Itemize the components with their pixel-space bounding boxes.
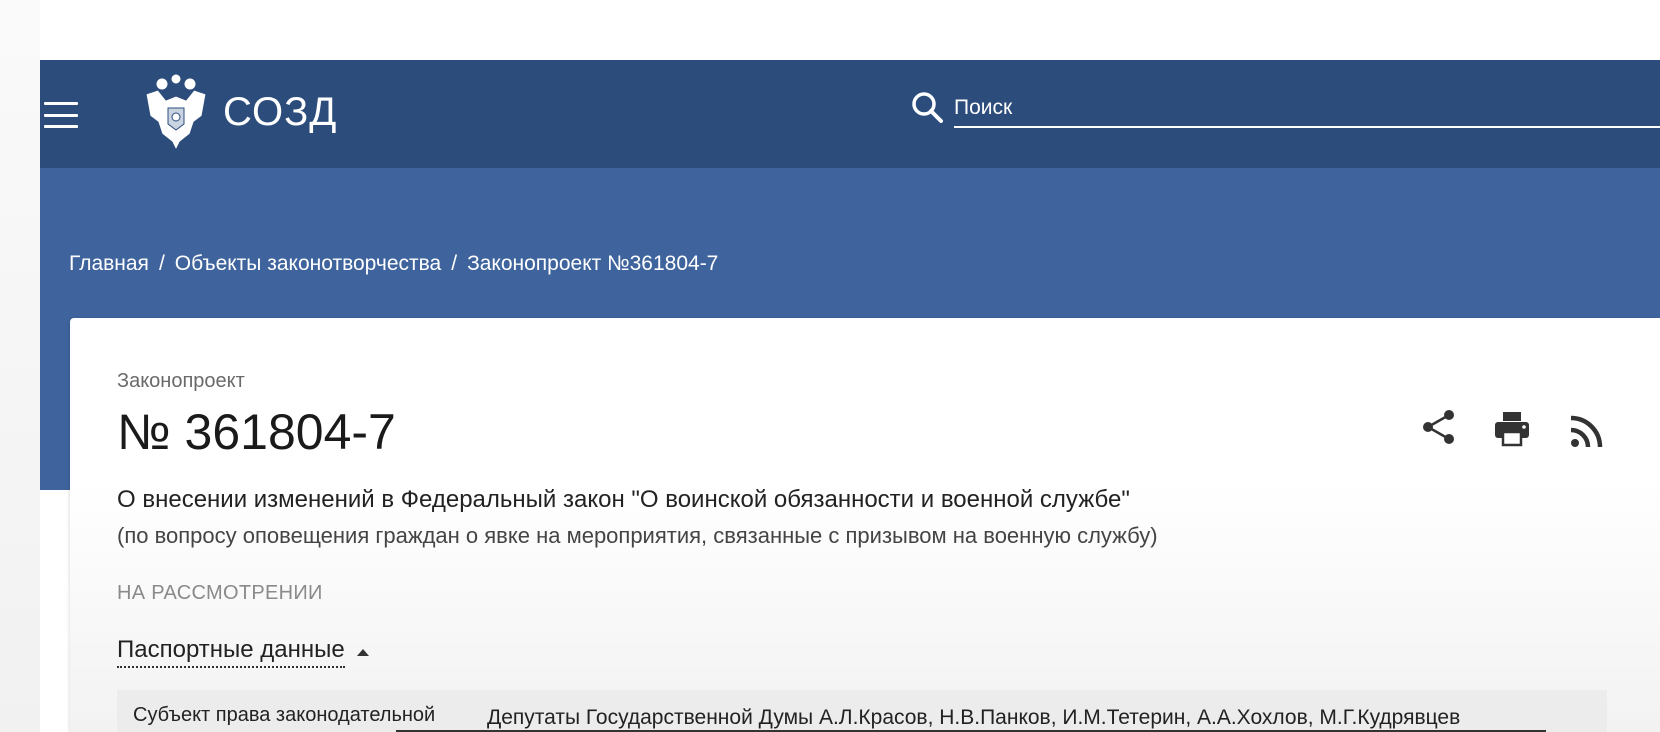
search-input[interactable] [954,88,1660,128]
status-badge: НА РАССМОТРЕНИИ [117,582,323,604]
breadcrumb-separator: / [451,252,458,275]
bill-title: О внесении изменений в Федеральный закон… [117,486,1130,513]
passport-row-value[interactable]: Депутаты Государственной Думы А.Л.Красов… [487,706,1547,730]
hamburger-line [44,125,78,128]
share-icon[interactable] [1420,408,1458,446]
passport-data-toggle[interactable]: Паспортные данные [117,636,369,668]
breadcrumb-item-lawmaking-objects[interactable]: Объекты законотворчества [175,252,441,276]
caret-up-icon [356,648,369,656]
passport-data-label: Паспортные данные [117,636,345,668]
print-icon[interactable] [1493,410,1531,448]
page-background [0,0,40,732]
bill-subtitle: (по вопросу оповещения граждан о явке на… [117,523,1158,548]
hamburger-line [44,113,78,117]
hamburger-line [44,102,78,105]
search-icon[interactable] [910,90,944,124]
coat-of-arms-icon[interactable] [140,72,212,152]
breadcrumb-separator: / [158,252,165,275]
passport-row-label: Субъект права законодательной [133,704,436,726]
search-underline [954,126,1660,128]
breadcrumb-item-current: Законопроект №361804-7 [467,252,719,275]
site-brand[interactable]: СОЗД [223,88,337,136]
rss-icon[interactable] [1568,412,1606,450]
bill-number: № 361804-7 [117,404,396,460]
breadcrumb: Главная / Объекты законотворчества / Зак… [69,252,718,276]
hamburger-menu-icon[interactable] [44,102,78,128]
breadcrumb-item-home[interactable]: Главная [69,252,149,276]
document-type-label: Законопроект [117,370,245,392]
